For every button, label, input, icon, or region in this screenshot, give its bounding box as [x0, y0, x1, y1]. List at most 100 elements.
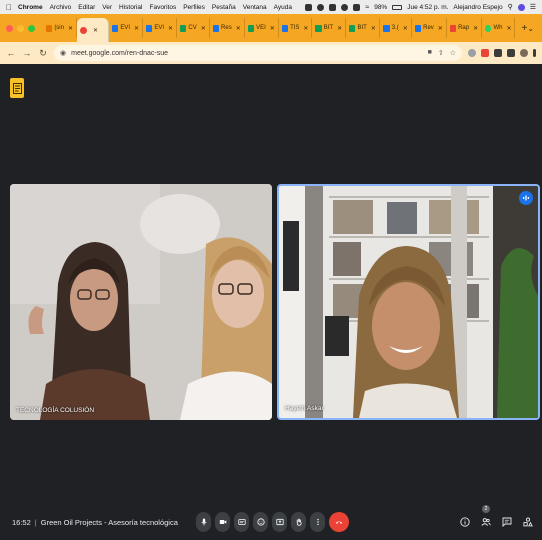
menu-ayuda[interactable]: Ayuda: [274, 4, 292, 11]
close-tab-icon[interactable]: ✕: [371, 25, 376, 32]
window-controls: [6, 24, 35, 32]
menu-archivo[interactable]: Archivo: [50, 4, 72, 11]
chat-button[interactable]: [501, 516, 513, 528]
browser-tab[interactable]: EVI ✕: [109, 18, 144, 38]
extension-icons: [468, 49, 536, 57]
forward-button[interactable]: →: [22, 48, 32, 58]
tab-favicon: [180, 24, 187, 32]
close-tab-icon[interactable]: ✕: [68, 25, 73, 32]
browser-tab[interactable]: TIS ✕: [279, 18, 313, 38]
microphone-button[interactable]: [196, 512, 211, 532]
spotlight-icon[interactable]: ⚲: [508, 3, 513, 11]
apple-menu-icon[interactable]: : [6, 3, 12, 12]
more-options-button[interactable]: [310, 512, 325, 532]
close-tab-icon[interactable]: ✕: [201, 25, 206, 32]
meeting-title[interactable]: Green Oil Projects - Asesoría tecnológic…: [41, 518, 178, 527]
close-window-button[interactable]: [6, 24, 13, 32]
close-tab-icon[interactable]: ✕: [337, 25, 342, 32]
camera-button[interactable]: [215, 512, 230, 532]
address-url[interactable]: meet.google.com/ren-dnac-sue: [71, 50, 168, 57]
browser-tab[interactable]: (sin ✕: [43, 18, 78, 38]
control-center-icon[interactable]: ☰: [530, 3, 536, 11]
menubar-clock[interactable]: Jue 4:52 p. m.: [407, 4, 448, 11]
close-tab-icon[interactable]: ✕: [506, 25, 511, 32]
meet-favicon: [80, 26, 88, 34]
microphone-icon: [201, 518, 206, 526]
meeting-details-button[interactable]: [459, 516, 471, 528]
browser-tab[interactable]: CV ✕: [177, 18, 210, 38]
close-tab-icon[interactable]: ✕: [93, 27, 98, 34]
browser-tab[interactable]: VEI ✕: [245, 18, 279, 38]
close-tab-icon[interactable]: ✕: [473, 25, 478, 32]
emoji-icon: [256, 518, 265, 526]
siri-icon[interactable]: [517, 3, 525, 11]
close-tab-icon[interactable]: ✕: [403, 25, 408, 32]
participant-video: [279, 186, 538, 418]
status-app-icon[interactable]: [353, 3, 361, 11]
participant-tile[interactable]: TECNOLOGÍA COLUSIÓN: [10, 184, 272, 420]
close-tab-icon[interactable]: ✕: [134, 25, 139, 32]
menu-chrome[interactable]: Chrome: [18, 4, 43, 11]
extension-icon[interactable]: [481, 49, 489, 57]
menubar-status-area: ≈ 98% Jue 4:52 p. m. Alejandro Espejo ⚲ …: [305, 3, 536, 11]
captions-button[interactable]: [234, 512, 249, 532]
status-app-icon[interactable]: [341, 3, 349, 11]
browser-tab[interactable]: Rap ✕: [447, 18, 483, 38]
activities-button[interactable]: [522, 516, 534, 528]
battery-icon[interactable]: [392, 4, 403, 10]
minimize-window-button[interactable]: [17, 24, 24, 32]
back-button[interactable]: ←: [6, 48, 16, 58]
menu-ventana[interactable]: Ventana: [243, 4, 267, 11]
reactions-button[interactable]: [253, 512, 268, 532]
status-app-icon[interactable]: [305, 3, 313, 11]
browser-tab[interactable]: Wh ✕: [482, 18, 516, 38]
camera-in-use-icon[interactable]: ■: [428, 49, 432, 57]
leave-call-button[interactable]: [329, 512, 349, 532]
raise-hand-icon: [296, 518, 302, 526]
side-panel-icon[interactable]: [507, 49, 515, 57]
participant-tile-active-speaker[interactable]: Hayeth Askar: [277, 184, 540, 420]
close-tab-icon[interactable]: ✕: [168, 25, 173, 32]
browser-tab[interactable]: Rev ✕: [412, 18, 447, 38]
meeting-notes-button[interactable]: [10, 78, 24, 98]
site-info-icon[interactable]: ◉: [60, 49, 66, 57]
zoom-window-button[interactable]: [28, 24, 35, 32]
wifi-icon[interactable]: ≈: [365, 4, 369, 11]
menu-perfiles[interactable]: Perfiles: [183, 4, 205, 11]
bookmark-star-icon[interactable]: ☆: [450, 49, 456, 57]
close-tab-icon[interactable]: ✕: [438, 25, 443, 32]
browser-tab-active[interactable]: ✕: [77, 18, 110, 42]
tab-favicon: [46, 24, 53, 32]
browser-tab[interactable]: Res ✕: [210, 18, 245, 38]
people-icon: [481, 518, 491, 526]
address-bar[interactable]: ◉ meet.google.com/ren-dnac-sue ■ ⇧ ☆: [54, 45, 462, 61]
reload-button[interactable]: ↻: [38, 48, 48, 59]
menubar-user[interactable]: Alejandro Espejo: [453, 4, 502, 11]
tab-favicon: [281, 24, 289, 32]
tab-favicon: [485, 24, 492, 32]
participant-name: TECNOLOGÍA COLUSIÓN: [16, 407, 95, 414]
menu-favoritos[interactable]: Favoritos: [149, 4, 176, 11]
status-app-icon[interactable]: [329, 3, 337, 11]
browser-tab[interactable]: BIT ✕: [312, 18, 347, 38]
extensions-puzzle-icon[interactable]: [494, 49, 502, 57]
profile-avatar[interactable]: [520, 49, 528, 57]
menu-pestana[interactable]: Pestaña: [212, 4, 236, 11]
present-screen-button[interactable]: [272, 512, 287, 532]
tab-search-chevron-icon[interactable]: ⌄: [527, 24, 534, 33]
menu-historial[interactable]: Historial: [119, 4, 142, 11]
chrome-menu-icon[interactable]: [533, 49, 536, 57]
share-icon[interactable]: ⇧: [438, 49, 444, 57]
status-app-icon[interactable]: [317, 3, 325, 11]
close-tab-icon[interactable]: ✕: [270, 25, 275, 32]
browser-tab[interactable]: EVI ✕: [143, 18, 178, 38]
people-button[interactable]: 2: [480, 505, 492, 528]
raise-hand-button[interactable]: [291, 512, 306, 532]
close-tab-icon[interactable]: ✕: [236, 25, 241, 32]
browser-tab[interactable]: 3.(✕: [380, 18, 412, 38]
menu-ver[interactable]: Ver: [102, 4, 112, 11]
menu-editar[interactable]: Editar: [78, 4, 95, 11]
browser-tab[interactable]: BIT ✕: [346, 18, 380, 38]
close-tab-icon[interactable]: ✕: [303, 25, 308, 32]
extension-icon[interactable]: [468, 49, 476, 57]
